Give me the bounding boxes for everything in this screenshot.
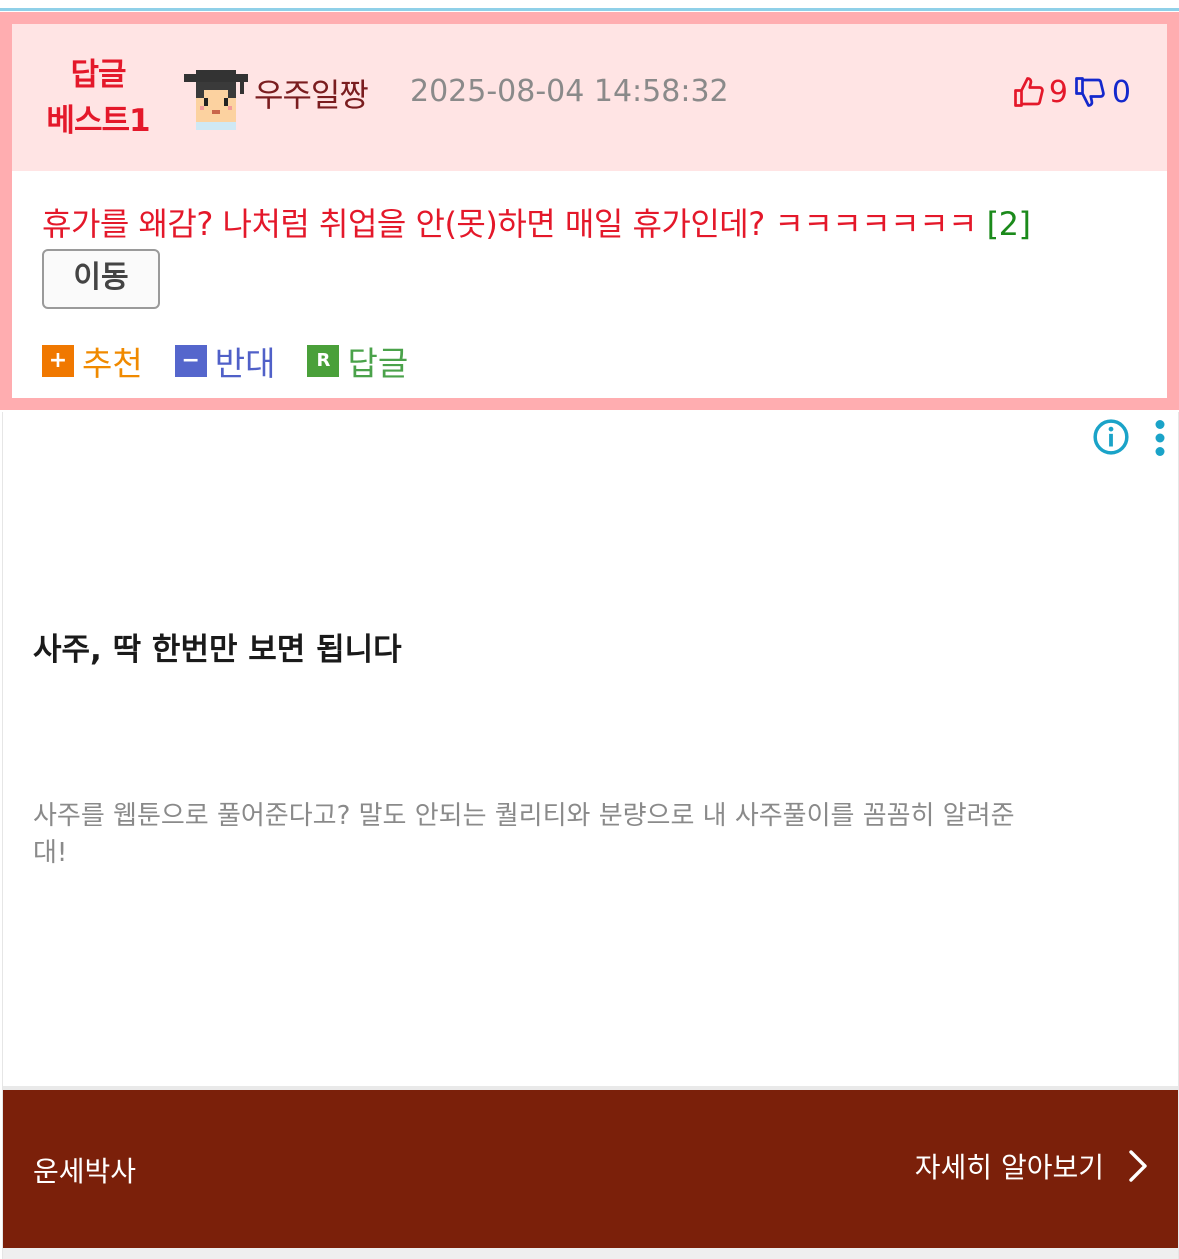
info-icon[interactable] [1092,418,1130,456]
nickname-link[interactable]: 우주일짱 [254,70,369,116]
minus-icon: − [174,345,207,377]
thumbs-down-icon[interactable] [1072,74,1108,110]
ad-cta-bar[interactable]: 운세박사 자세히 알아보기 [3,1090,1178,1248]
best-label-line1: 답글 [70,57,126,93]
best-reply-card: 답글 베스트1 우주일짱 2025-08-04 14:58:32 9 0 휴가를… [0,12,1179,410]
more-vertical-icon[interactable] [1152,420,1168,456]
plus-icon: + [42,345,74,377]
top-divider [0,8,1179,11]
best-label-line2: 베스트1 [46,103,150,139]
comment-text: 휴가를 왜감? 나처럼 취업을 안(못)하면 매일 휴가인데? ㅋㅋㅋㅋㅋㅋㅋ … [42,203,1142,245]
ad-description[interactable]: 사주를 웹툰으로 풀어준다고? 말도 안되는 퀄리티와 분량으로 내 사주풀이를… [33,798,1023,872]
reply-icon: R [307,345,340,377]
post-date: 2025-08-04 14:58:32 [410,74,729,109]
vote-counts: 9 0 [1011,72,1131,112]
recommend-button[interactable]: + 추천 [42,337,143,385]
user-avatar-icon[interactable] [184,66,248,130]
ad-title[interactable]: 사주, 딱 한번만 보면 됩니다 [33,624,402,669]
reply-count[interactable]: [2] [987,205,1031,243]
best-reply-body: 휴가를 왜감? 나처럼 취업을 안(못)하면 매일 휴가인데? ㅋㅋㅋㅋㅋㅋㅋ … [12,171,1167,398]
oppose-label: 반대 [214,344,276,383]
recommend-label: 추천 [82,344,143,383]
best-reply-header: 답글 베스트1 우주일짱 2025-08-04 14:58:32 9 0 [12,24,1167,171]
oppose-button[interactable]: − 반대 [174,337,276,385]
learn-more-button[interactable]: 자세히 알아보기 [915,1146,1148,1186]
comment-content: 휴가를 왜감? 나처럼 취업을 안(못)하면 매일 휴가인데? ㅋㅋㅋㅋㅋㅋㅋ [42,205,987,243]
chevron-right-icon [1129,1150,1147,1182]
best-reply-label: 답글 베스트1 [38,52,158,144]
reply-button[interactable]: R 답글 [307,337,408,385]
move-button[interactable]: 이동 [42,249,160,309]
up-count: 9 [1048,74,1068,110]
ad-brand: 운세박사 [33,1155,137,1188]
comment-actions: + 추천 − 반대 R 답글 [42,337,440,385]
ad-unit[interactable]: 사주, 딱 한번만 보면 됩니다 사주를 웹툰으로 풀어준다고? 말도 안되는 … [2,412,1179,1259]
ad-bottom-strip [3,1248,1178,1259]
learn-more-label: 자세히 알아보기 [914,1151,1104,1184]
thumbs-up-icon[interactable] [1011,74,1047,110]
down-count: 0 [1111,74,1131,110]
reply-label: 답글 [347,344,409,383]
